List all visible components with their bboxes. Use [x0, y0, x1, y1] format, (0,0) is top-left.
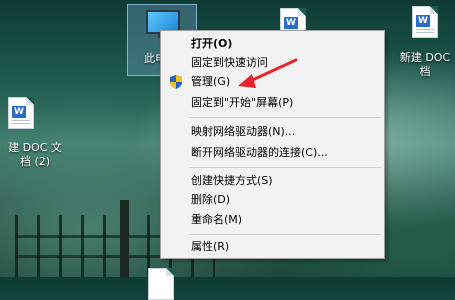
- annotation-arrow-icon: [238, 58, 298, 88]
